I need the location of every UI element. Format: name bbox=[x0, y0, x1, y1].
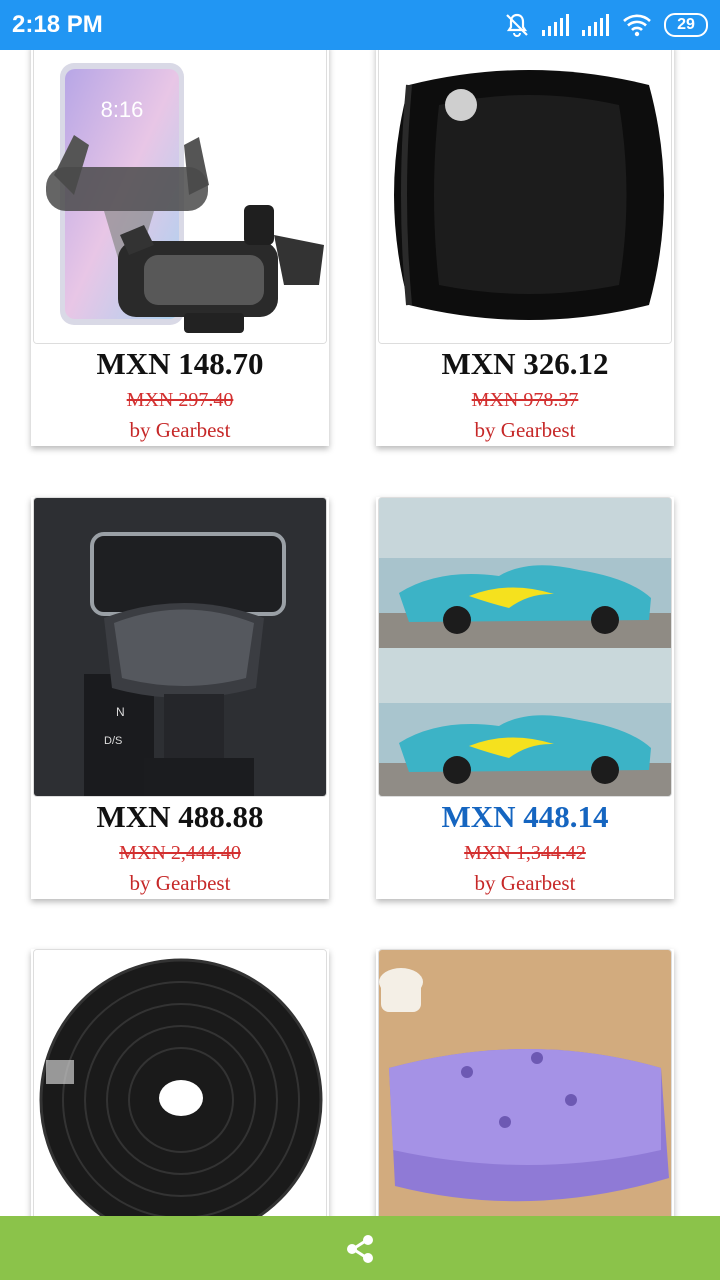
original-price: MXN 2,444.40 bbox=[119, 842, 241, 864]
svg-text:8:16: 8:16 bbox=[101, 97, 144, 122]
product-price: MXN 148.70 bbox=[96, 346, 264, 381]
phone-holder-image[interactable]: 8:16 bbox=[33, 44, 327, 344]
original-price: MXN 297.40 bbox=[126, 389, 234, 411]
product-price: MXN 326.12 bbox=[441, 346, 609, 381]
product-card[interactable]: MXN 448.14 MXN 1,344.42 by Gearbest bbox=[376, 497, 674, 899]
original-price: MXN 978.37 bbox=[471, 389, 579, 411]
original-price: MXN 1,344.42 bbox=[464, 842, 586, 864]
svg-text:D/S: D/S bbox=[104, 735, 122, 747]
wifi-icon bbox=[622, 13, 652, 37]
product-card[interactable] bbox=[376, 949, 674, 1229]
product-price: MXN 448.14 bbox=[441, 799, 609, 834]
seller-label: by Gearbest bbox=[474, 418, 576, 442]
gear-shift-cover-image[interactable]: N D/S bbox=[33, 497, 327, 797]
status-time: 2:18 PM bbox=[12, 11, 103, 38]
status-icons: 29 bbox=[504, 10, 708, 40]
mute-alarm-icon bbox=[504, 12, 530, 38]
purple-cushion-image[interactable] bbox=[378, 949, 672, 1229]
battery-icon: 29 bbox=[664, 13, 708, 37]
share-icon bbox=[347, 1235, 373, 1263]
product-grid: 8:16 MXN 148.70 MXN 297.40 by Gearbest M… bbox=[0, 0, 720, 1280]
signal-icon bbox=[582, 14, 610, 36]
product-card[interactable]: 8:16 MXN 148.70 MXN 297.40 by Gearbest bbox=[31, 44, 329, 446]
share-button[interactable] bbox=[343, 1232, 377, 1266]
product-price: MXN 488.88 bbox=[96, 799, 264, 834]
seller-label: by Gearbest bbox=[129, 418, 231, 442]
product-card[interactable]: MXN 326.12 MXN 978.37 by Gearbest bbox=[376, 44, 674, 446]
flame-decal-car-image[interactable] bbox=[378, 497, 672, 797]
svg-text:N: N bbox=[116, 705, 125, 719]
bottom-bar bbox=[0, 1216, 720, 1280]
seller-label: by Gearbest bbox=[474, 871, 576, 895]
product-card[interactable]: N D/S MXN 488.88 MXN 2,444.40 by Gearbes… bbox=[31, 497, 329, 899]
status-bar: 2:18 PM 29 bbox=[0, 0, 720, 50]
rubber-seal-strip-image[interactable] bbox=[33, 949, 327, 1229]
neck-pillow-image[interactable] bbox=[378, 44, 672, 344]
product-card[interactable] bbox=[31, 949, 329, 1229]
signal-icon bbox=[542, 14, 570, 36]
seller-label: by Gearbest bbox=[129, 871, 231, 895]
